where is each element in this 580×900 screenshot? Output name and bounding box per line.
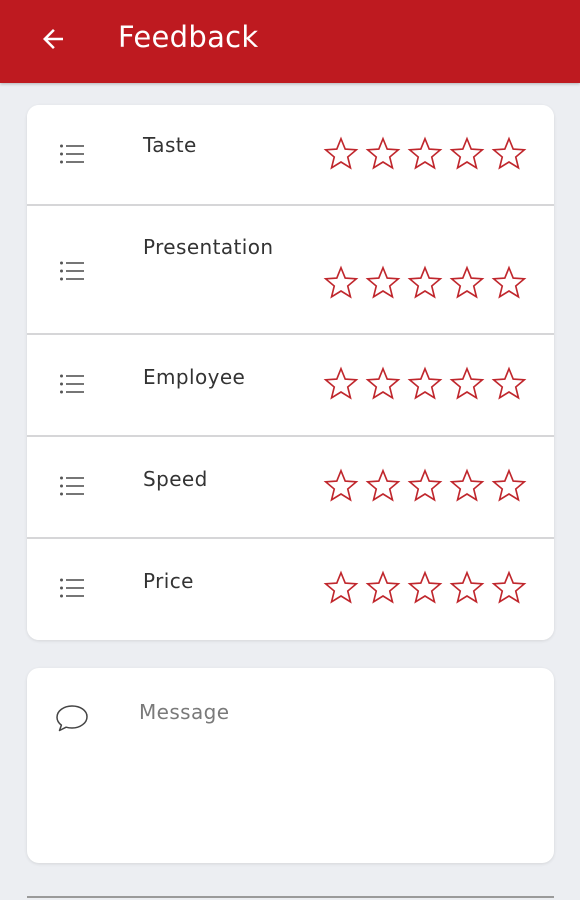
star-rating[interactable]	[323, 264, 527, 300]
rating-label: Presentation	[143, 235, 274, 259]
star-icon[interactable]	[491, 264, 527, 300]
star-rating[interactable]	[323, 467, 527, 503]
ratings-card: Taste Presentation Employee Speed Price	[27, 105, 554, 640]
list-icon	[60, 261, 84, 281]
star-rating[interactable]	[323, 135, 527, 171]
star-icon[interactable]	[407, 467, 443, 503]
list-icon	[60, 578, 84, 598]
rating-label: Speed	[143, 467, 208, 491]
arrow-left-icon	[43, 29, 63, 49]
star-icon[interactable]	[365, 365, 401, 401]
star-icon[interactable]	[323, 569, 359, 605]
star-icon[interactable]	[323, 365, 359, 401]
star-icon[interactable]	[365, 569, 401, 605]
star-icon[interactable]	[449, 569, 485, 605]
rating-row-price: Price	[27, 539, 554, 640]
star-icon[interactable]	[323, 467, 359, 503]
star-icon[interactable]	[407, 264, 443, 300]
rating-label: Price	[143, 569, 194, 593]
star-icon[interactable]	[491, 365, 527, 401]
rating-label: Taste	[143, 133, 197, 157]
rating-row-taste: Taste	[27, 105, 554, 205]
star-icon[interactable]	[449, 467, 485, 503]
list-icon	[60, 374, 84, 394]
star-icon[interactable]	[323, 135, 359, 171]
app-bar: Feedback	[0, 0, 580, 83]
star-icon[interactable]	[407, 365, 443, 401]
rating-row-employee: Employee	[27, 335, 554, 435]
page-title: Feedback	[118, 20, 259, 54]
chat-bubble-icon	[56, 705, 88, 732]
star-icon[interactable]	[407, 135, 443, 171]
star-icon[interactable]	[365, 135, 401, 171]
star-icon[interactable]	[365, 264, 401, 300]
divider	[27, 896, 554, 898]
message-input[interactable]	[139, 700, 529, 840]
list-icon	[60, 476, 84, 496]
star-icon[interactable]	[491, 569, 527, 605]
rating-label: Employee	[143, 365, 246, 389]
star-rating[interactable]	[323, 365, 527, 401]
star-icon[interactable]	[449, 365, 485, 401]
star-icon[interactable]	[407, 569, 443, 605]
message-card	[27, 668, 554, 863]
star-icon[interactable]	[365, 467, 401, 503]
rating-row-speed: Speed	[27, 437, 554, 537]
star-icon[interactable]	[491, 135, 527, 171]
back-button[interactable]	[36, 22, 70, 56]
rating-row-presentation: Presentation	[27, 206, 554, 333]
star-icon[interactable]	[449, 135, 485, 171]
list-icon	[60, 144, 84, 164]
star-icon[interactable]	[449, 264, 485, 300]
star-icon[interactable]	[323, 264, 359, 300]
star-rating[interactable]	[323, 569, 527, 605]
star-icon[interactable]	[491, 467, 527, 503]
